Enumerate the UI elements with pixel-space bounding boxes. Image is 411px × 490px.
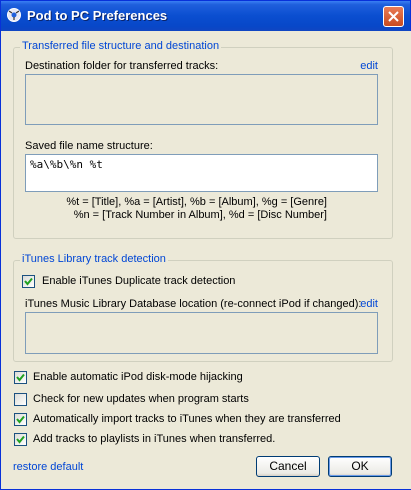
itunes-db-location-display [25,312,378,354]
format-help-line-2: %n = [Track Number in Album], %d = [Disc… [73,209,327,221]
checkmark-icon [16,373,25,382]
right-edge-strip [403,31,411,489]
ok-button[interactable]: OK [328,456,392,477]
check-updates-label: Check for new updates when program start… [33,393,249,405]
itunes-duplicate-label: Enable iTunes Duplicate track detection [42,275,236,287]
restore-default-link[interactable]: restore default [13,461,83,473]
itunes-group: iTunes Library track detection Enable iT… [13,253,393,362]
file-name-structure-input[interactable]: %a\%b\%n %t [25,154,378,192]
destination-folder-label: Destination folder for transferred track… [25,60,219,72]
checkmark-icon [16,415,25,424]
close-icon [388,11,399,22]
disk-mode-hijack-checkbox[interactable] [14,371,27,384]
transfer-group-title: Transferred file structure and destinati… [20,40,222,52]
checkmark-icon [24,277,33,286]
window-title: Pod to PC Preferences [27,8,168,23]
close-button[interactable] [383,6,404,27]
destination-edit-link[interactable]: edit [360,60,378,72]
checkmark-icon [16,435,25,444]
itunes-duplicate-checkbox[interactable] [22,275,35,288]
disk-mode-hijack-label: Enable automatic iPod disk-mode hijackin… [33,371,243,383]
format-help-line-1: %t = [Title], %a = [Artist], %b = [Album… [66,196,327,208]
check-updates-checkbox[interactable] [14,393,27,406]
itunes-db-edit-link[interactable]: edit [360,298,378,310]
itunes-group-title: iTunes Library track detection [20,253,168,265]
transfer-group: Transferred file structure and destinati… [13,40,393,239]
app-icon [6,7,22,23]
auto-import-checkbox[interactable] [14,413,27,426]
add-to-playlists-label: Add tracks to playlists in iTunes when t… [33,433,276,445]
auto-import-label: Automatically import tracks to iTunes wh… [33,413,341,425]
file-name-structure-label: Saved file name structure: [25,140,153,152]
cancel-button[interactable]: Cancel [256,456,320,477]
itunes-db-location-label: iTunes Music Library Database location (… [25,298,362,310]
add-to-playlists-checkbox[interactable] [14,433,27,446]
preferences-window: Pod to PC Preferences Transferred file s… [0,0,411,490]
title-bar[interactable]: Pod to PC Preferences [1,1,410,31]
destination-folder-display [25,74,378,125]
